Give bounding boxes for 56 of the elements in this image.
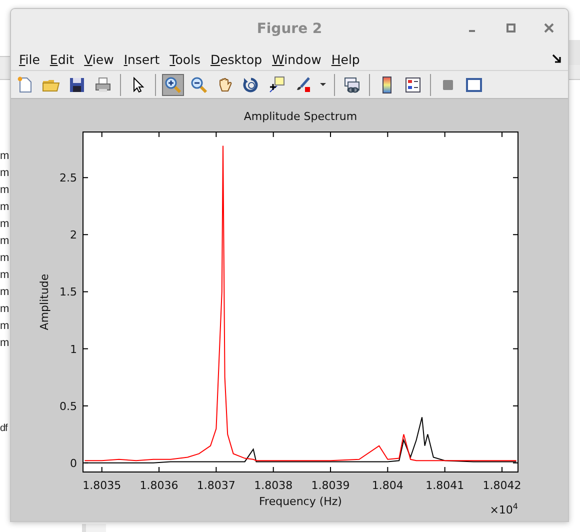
close-icon[interactable] [544, 23, 554, 33]
caret-icon [320, 83, 326, 86]
tick-label: 1.8035 [82, 479, 122, 492]
tick-label: 0 [70, 456, 77, 470]
filename-fragment[interactable]: m [0, 335, 10, 352]
tick-label: 1.8042 [482, 479, 522, 492]
tick-label: 1.8036 [140, 479, 178, 492]
tick-label: 1 [70, 342, 77, 356]
tick-label: 0.5 [60, 400, 77, 413]
chart-title: Amplitude Spectrum [244, 110, 358, 123]
menu-item[interactable]: Insert [122, 52, 168, 66]
rotate-icon [242, 76, 260, 94]
menu-item[interactable]: Help [329, 52, 368, 66]
panels-icon [465, 76, 483, 94]
axis-multiplier: ×10$^{4}$ [490, 502, 518, 517]
printer-icon [94, 76, 112, 94]
menu-item[interactable]: View [82, 52, 122, 66]
brush-icon [294, 76, 312, 94]
filename-fragment[interactable]: df [0, 423, 8, 434]
filename-fragment[interactable]: m [0, 284, 10, 301]
filename-fragment[interactable]: m [0, 165, 10, 182]
tick-label: 1.8041 [426, 479, 464, 492]
axis-title: Amplitude [38, 274, 51, 330]
dock-arrow-icon[interactable] [552, 54, 562, 64]
tick-label: 1.804 [372, 479, 404, 492]
tick-label: 1.5 [60, 286, 77, 299]
zoom-in-icon [164, 76, 182, 94]
scrollbar[interactable] [82, 524, 106, 532]
menu-item[interactable]: Tools [168, 52, 208, 66]
linked-windows-icon [343, 76, 361, 94]
menu-item[interactable]: Desktop [208, 52, 270, 66]
tick-label: 1.8038 [254, 479, 293, 492]
filename-fragment[interactable]: m [0, 301, 10, 318]
tick-label: 2 [70, 228, 77, 242]
tick-label: 1.8039 [311, 479, 350, 492]
window-title: Figure 2 [256, 20, 322, 36]
zoom-in-button[interactable] [162, 74, 184, 96]
legend-icon [404, 76, 422, 94]
blank-page-icon [16, 76, 34, 94]
filename-fragment[interactable]: m [0, 199, 10, 216]
tick-label: 2.5 [60, 172, 77, 185]
axis-title: Frequency (Hz) [259, 495, 342, 508]
data-cursor-icon [268, 76, 286, 94]
zoom-out-icon [190, 76, 208, 94]
filename-fragment[interactable]: m [0, 318, 10, 335]
menu-item[interactable]: File [17, 52, 48, 66]
filename-fragment[interactable]: m [0, 216, 10, 233]
filename-fragment[interactable]: m [0, 233, 10, 250]
maximize-icon[interactable] [506, 23, 516, 33]
menu-item[interactable]: Edit [48, 52, 82, 66]
menu-item[interactable]: Window [270, 52, 330, 66]
filename-fragment[interactable]: m [0, 250, 10, 267]
filename-fragment[interactable]: m [0, 148, 10, 165]
filename-fragment[interactable]: m [0, 267, 10, 284]
tick-label: 1.8037 [196, 479, 236, 492]
filename-fragment[interactable]: m [0, 182, 10, 199]
